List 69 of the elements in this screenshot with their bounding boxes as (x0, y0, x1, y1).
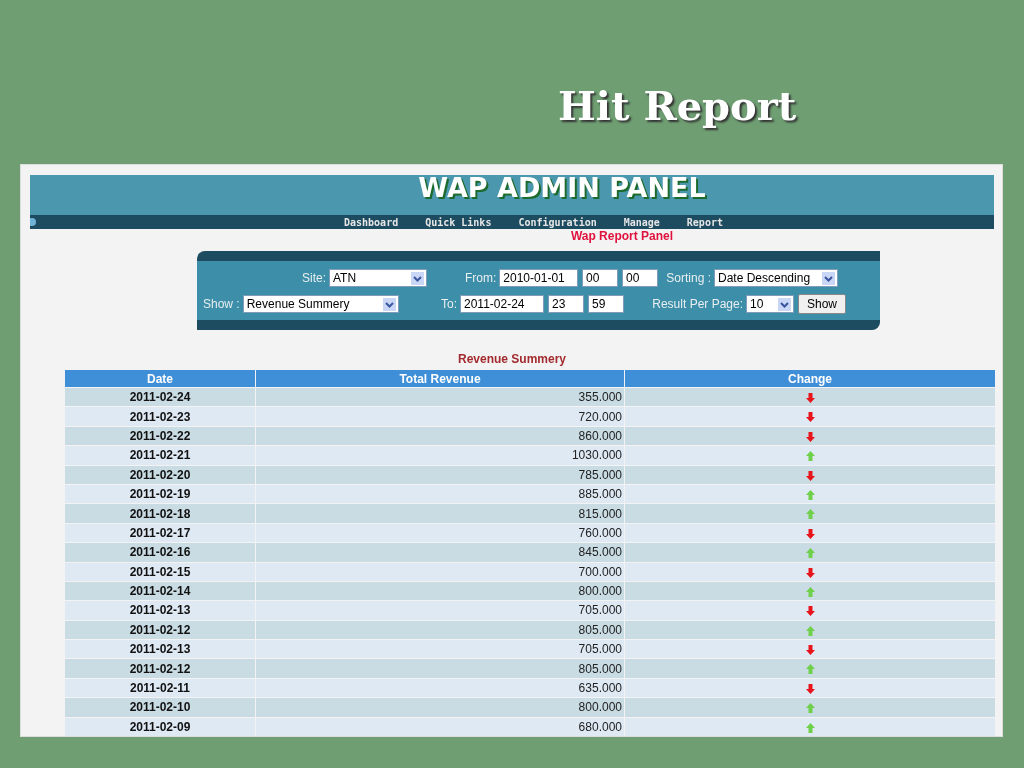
revenue-cell: 720.000 (256, 407, 624, 426)
date-cell: 2011-02-12 (65, 620, 255, 640)
caret-icon (778, 297, 791, 311)
dropdown[interactable]: ATN (329, 269, 427, 287)
input-field[interactable]: 59 (588, 295, 624, 313)
revenue-cell: 805.000 (256, 659, 624, 678)
date-cell: 2011-02-15 (65, 562, 255, 581)
table-title: Revenue Summery (456, 351, 567, 368)
date-cell: 2011-02-23 (65, 407, 255, 426)
input-field[interactable]: 23 (548, 295, 584, 313)
show-button[interactable]: Show (798, 294, 847, 314)
nav-link[interactable]: Report (686, 216, 723, 228)
date-cell: 2011-02-17 (65, 523, 255, 543)
revenue-cell: 845.000 (256, 543, 624, 562)
revenue-cell: 1030.000 (256, 446, 624, 465)
date-cell: 2011-02-22 (65, 426, 255, 446)
nav-link[interactable]: Manage (623, 216, 660, 228)
date-cell: 2011-02-21 (65, 446, 255, 465)
date-cell: 2011-02-20 (65, 465, 255, 484)
field-label: Sorting : (666, 271, 711, 285)
dropdown[interactable]: Date Descending (714, 269, 838, 287)
date-cell: 2011-02-09 (65, 717, 255, 736)
revenue-cell: 815.000 (256, 504, 624, 523)
column-header: Change (625, 370, 995, 387)
slide-title: Hit Report (558, 81, 798, 131)
caret-icon (382, 297, 396, 311)
input-field[interactable]: 00 (582, 269, 618, 287)
revenue-cell: 760.000 (256, 523, 624, 543)
nav-link[interactable]: Dashboard (344, 216, 399, 228)
date-cell: 2011-02-16 (65, 543, 255, 562)
revenue-cell: 860.000 (256, 426, 624, 446)
field-label: Result Per Page: (652, 297, 743, 311)
field-label: To: (441, 297, 457, 311)
caret-icon (822, 271, 835, 285)
dropdown[interactable]: Revenue Summery (242, 295, 399, 313)
date-cell: 2011-02-13 (65, 601, 255, 620)
revenue-cell: 680.000 (256, 717, 624, 736)
nav-link[interactable]: Configuration (518, 216, 597, 228)
date-cell: 2011-02-11 (65, 678, 255, 698)
input-field[interactable]: 2011-02-24 (460, 295, 544, 313)
date-cell: 2011-02-18 (65, 504, 255, 523)
revenue-cell: 635.000 (256, 678, 624, 698)
revenue-cell: 800.000 (256, 581, 624, 601)
input-field[interactable]: 2010-01-01 (499, 269, 578, 287)
field-label: Show : (203, 297, 240, 311)
caret-icon (411, 271, 424, 285)
column-header: Date (65, 370, 255, 387)
revenue-cell: 785.000 (256, 465, 624, 484)
field-label: From: (465, 271, 497, 285)
date-cell: 2011-02-13 (65, 640, 255, 659)
revenue-cell: 800.000 (256, 698, 624, 717)
date-cell: 2011-02-12 (65, 659, 255, 678)
panel-title: Wap Report Panel (569, 229, 675, 245)
revenue-cell: 805.000 (256, 620, 624, 640)
date-cell: 2011-02-10 (65, 698, 255, 717)
column-header: Total Revenue (256, 370, 624, 387)
nav-link[interactable]: Quick Links (425, 216, 492, 228)
input-field[interactable]: 00 (622, 269, 658, 287)
revenue-cell: 885.000 (256, 484, 624, 504)
revenue-cell: 705.000 (256, 640, 624, 659)
app-title: WAP ADMIN PANEL (418, 175, 706, 201)
revenue-cell: 355.000 (256, 388, 624, 407)
dropdown[interactable]: 10 (746, 295, 794, 313)
revenue-cell: 705.000 (256, 601, 624, 620)
date-cell: 2011-02-19 (65, 484, 255, 504)
revenue-cell: 700.000 (256, 562, 624, 581)
date-cell: 2011-02-14 (65, 581, 255, 601)
date-cell: 2011-02-24 (65, 388, 255, 407)
field-label: Site: (302, 271, 326, 285)
